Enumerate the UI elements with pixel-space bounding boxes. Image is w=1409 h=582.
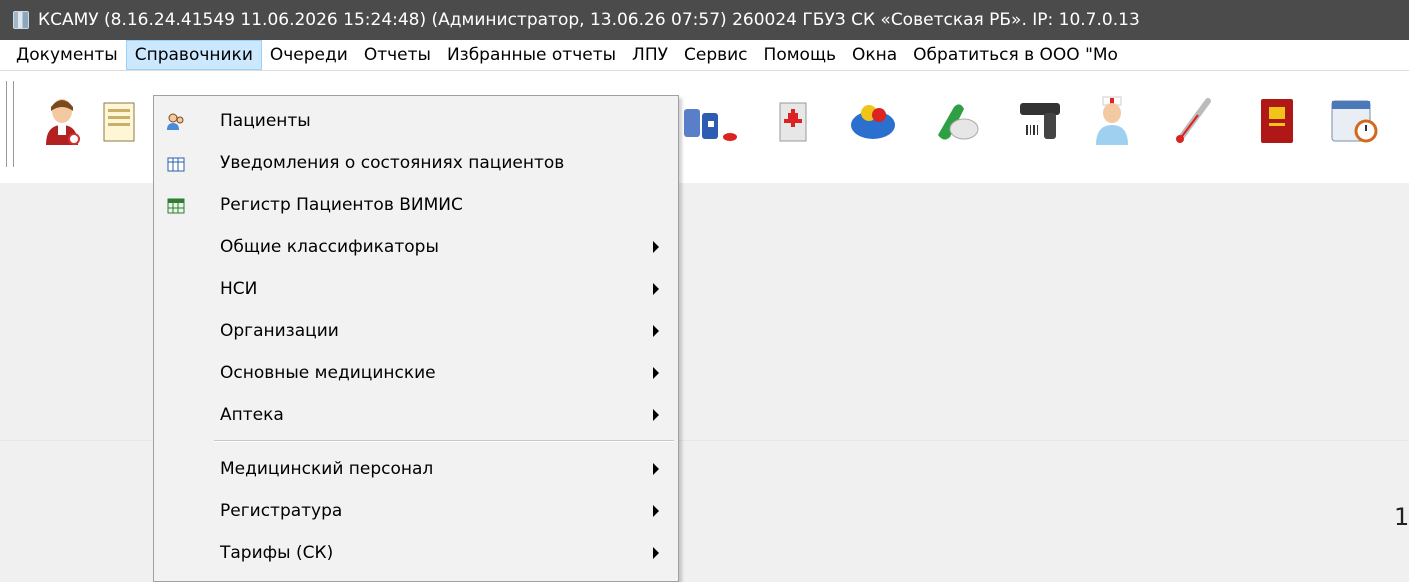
table-icon bbox=[166, 154, 186, 174]
menu-item-registry[interactable]: Регистратура bbox=[156, 491, 674, 533]
menu-item-label: Основные медицинские bbox=[220, 363, 436, 383]
menu-item-general-classifiers[interactable]: Общие классификаторы bbox=[156, 227, 674, 269]
menu-item-tariffs[interactable]: Тарифы (СК) bbox=[156, 533, 674, 575]
menu-windows[interactable]: Окна bbox=[844, 40, 905, 70]
app-icon bbox=[13, 11, 29, 29]
pills-icon[interactable] bbox=[928, 95, 979, 147]
submenu-arrow-icon bbox=[653, 409, 659, 421]
submenu-arrow-icon bbox=[653, 547, 659, 559]
menu-service[interactable]: Сервис bbox=[676, 40, 756, 70]
submenu-arrow-icon bbox=[653, 367, 659, 379]
submenu-arrow-icon bbox=[653, 241, 659, 253]
medical-book-icon[interactable] bbox=[1255, 95, 1303, 147]
menu-favorite-reports[interactable]: Избранные отчеты bbox=[439, 40, 624, 70]
title-bar: КСАМУ (8.16.24.41549 11.06.2026 15:24:48… bbox=[0, 0, 1409, 40]
medicine-bottles-icon[interactable] bbox=[680, 95, 737, 147]
pill-basket-icon[interactable] bbox=[845, 95, 895, 147]
menu-item-label: Уведомления о состояниях пациентов bbox=[220, 153, 565, 173]
menu-item-label: НСИ bbox=[220, 279, 258, 299]
toolbar-grip[interactable] bbox=[6, 81, 14, 167]
submenu-arrow-icon bbox=[653, 283, 659, 295]
menu-contact[interactable]: Обратиться в ООО "Мо bbox=[905, 40, 1126, 70]
document-list-icon[interactable] bbox=[98, 95, 146, 147]
menu-help[interactable]: Помощь bbox=[756, 40, 844, 70]
directories-dropdown: Пациенты Уведомления о состояниях пациен… bbox=[153, 95, 679, 582]
schedule-calendar-icon[interactable] bbox=[1328, 95, 1378, 147]
menu-item-label: Аптека bbox=[220, 405, 284, 425]
thermometer-icon[interactable] bbox=[1170, 95, 1218, 147]
submenu-arrow-icon bbox=[653, 325, 659, 337]
menu-lpu[interactable]: ЛПУ bbox=[624, 40, 676, 70]
menu-item-label: Регистратура bbox=[220, 501, 343, 521]
nurse-icon[interactable] bbox=[1088, 95, 1136, 147]
menu-documents[interactable]: Документы bbox=[0, 40, 126, 70]
menu-item-label: Медицинский персонал bbox=[220, 459, 434, 479]
menu-item-label: Тарифы (СК) bbox=[220, 543, 334, 563]
menu-queues[interactable]: Очереди bbox=[262, 40, 356, 70]
menu-item-patients[interactable]: Пациенты bbox=[156, 101, 674, 143]
corner-text: 1 bbox=[1394, 503, 1409, 531]
medical-folder-icon[interactable] bbox=[770, 95, 818, 147]
doctor-icon[interactable] bbox=[38, 95, 86, 147]
menu-item-medical-staff[interactable]: Медицинский персонал bbox=[156, 449, 674, 491]
menu-item-label: Пациенты bbox=[220, 111, 311, 131]
menu-reports[interactable]: Отчеты bbox=[356, 40, 439, 70]
window-title: КСАМУ (8.16.24.41549 11.06.2026 15:24:48… bbox=[38, 10, 1140, 30]
menu-item-main-medical[interactable]: Основные медицинские bbox=[156, 353, 674, 395]
menu-bar: Документы Справочники Очереди Отчеты Изб… bbox=[0, 40, 1409, 71]
menu-item-organizations[interactable]: Организации bbox=[156, 311, 674, 353]
barcode-scanner-icon[interactable] bbox=[1016, 95, 1064, 147]
menu-item-vimis-register[interactable]: Регистр Пациентов ВИМИС bbox=[156, 185, 674, 227]
patients-icon bbox=[166, 112, 186, 132]
submenu-arrow-icon bbox=[653, 505, 659, 517]
menu-item-label: Общие классификаторы bbox=[220, 237, 439, 257]
submenu-arrow-icon bbox=[653, 463, 659, 475]
menu-item-label: Организации bbox=[220, 321, 339, 341]
grid-icon bbox=[166, 196, 186, 216]
menu-separator-highlight bbox=[214, 441, 674, 442]
menu-item-nsi[interactable]: НСИ bbox=[156, 269, 674, 311]
menu-item-pharmacy[interactable]: Аптека bbox=[156, 395, 674, 437]
menu-item-label: Регистр Пациентов ВИМИС bbox=[220, 195, 463, 215]
menu-item-patient-notifications[interactable]: Уведомления о состояниях пациентов bbox=[156, 143, 674, 185]
menu-directories[interactable]: Справочники bbox=[125, 40, 262, 70]
